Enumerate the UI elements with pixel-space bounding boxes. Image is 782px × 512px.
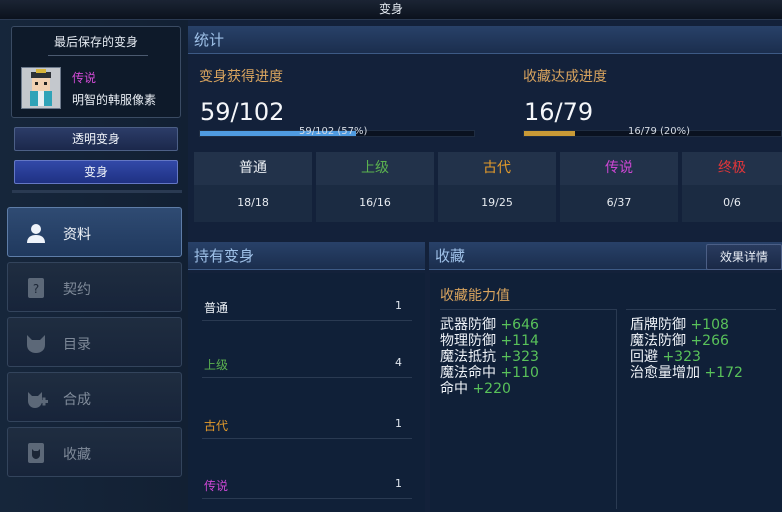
ability-stat: 魔法命中 +110 (440, 365, 539, 381)
owned-grade: 普通 (204, 301, 229, 315)
ability-stat: 回避 +323 (630, 349, 701, 365)
portrait-icon (21, 67, 61, 109)
saved-transformation-box: 最后保存的变身 传说 明智的韩服像素 (11, 26, 181, 118)
effect-detail-button[interactable]: 效果详情 (706, 244, 782, 270)
nav-label-collection: 收藏 (63, 447, 91, 463)
grade-name: 终极 (682, 152, 782, 185)
owned-count: 4 (395, 356, 402, 369)
ability-stat: 武器防御 +646 (440, 317, 539, 333)
ability-title: 收藏能力值 (440, 288, 510, 304)
owned-row-legend[interactable]: 传说 1 (202, 471, 412, 499)
ability-divider-right (626, 309, 776, 310)
ability-stat: 命中 +220 (440, 381, 511, 397)
nav-label-catalog: 目录 (63, 337, 91, 353)
ability-stat: 魔法防御 +266 (630, 333, 729, 349)
grade-count: 0/6 (723, 196, 741, 209)
ability-column-right: 盾牌防御 +108 魔法防御 +266 回避 +323 治愈量增加 +172 (630, 317, 743, 381)
nav-item-synthesis[interactable]: 合成 (7, 372, 182, 422)
profile-icon (24, 221, 48, 245)
owned-header: 持有变身 (188, 242, 425, 270)
main-panel: 统计 变身获得进度 59/102 59/102 (57%) 收藏达成进度 16/… (188, 20, 782, 512)
transform-button[interactable]: 变身 (14, 160, 178, 184)
ability-column-left: 武器防御 +646 物理防御 +114 魔法抵抗 +323 魔法命中 +110 … (440, 317, 539, 397)
window-title: 变身 (0, 0, 782, 20)
acquire-progress-label: 变身获得进度 (199, 69, 283, 85)
svg-text:?: ? (33, 282, 39, 296)
acquire-progress-value: 59/102 (200, 98, 285, 126)
grade-cell-ultimate: 终极 0/6 (682, 152, 782, 222)
owned-list: 普通 1 上级 4 古代 1 传说 1 (188, 273, 425, 512)
owned-grade: 传说 (204, 479, 229, 493)
nav-item-catalog[interactable]: 目录 (7, 317, 182, 367)
ability-stat: 物理防御 +114 (440, 333, 539, 349)
collection-body: 收藏能力值 武器防御 +646 物理防御 +114 魔法抵抗 +323 魔法命中… (430, 273, 782, 512)
saved-grade: 传说 (72, 71, 97, 85)
ability-stat: 盾牌防御 +108 (630, 317, 729, 333)
ability-stat: 魔法抵抗 +323 (440, 349, 539, 365)
left-panel: 最后保存的变身 传说 明智的韩服像素 透明变身 变身 资料 ? 契约 目录 合成… (0, 20, 188, 512)
grade-name: 上级 (316, 152, 434, 185)
nav-item-profile[interactable]: 资料 (7, 207, 182, 257)
acquire-progress-text: 59/102 (57%) (299, 126, 368, 137)
grade-cell-ancient: 古代 19/25 (438, 152, 556, 222)
nav-label-contract: 契约 (63, 282, 91, 298)
grade-count: 6/37 (606, 196, 632, 209)
ability-column-divider (616, 309, 617, 509)
grade-count: 19/25 (481, 196, 513, 209)
nav-item-collection[interactable]: 收藏 (7, 427, 182, 477)
stats-header: 统计 (188, 26, 782, 54)
catalog-icon (24, 331, 48, 355)
collect-progress-label: 收藏达成进度 (523, 69, 607, 85)
ability-divider-left (440, 309, 616, 310)
saved-title: 最后保存的变身 (53, 35, 138, 49)
grade-name: 普通 (194, 152, 312, 185)
transparent-transform-button[interactable]: 透明变身 (14, 127, 178, 151)
owned-row-ancient[interactable]: 古代 1 (202, 411, 412, 439)
nav-label-synthesis: 合成 (63, 392, 91, 408)
collection-icon (24, 441, 48, 465)
grade-count: 18/18 (237, 196, 269, 209)
synthesis-icon (24, 386, 48, 410)
owned-row-common[interactable]: 普通 1 (202, 293, 412, 321)
owned-grade: 上级 (204, 358, 229, 372)
owned-grade: 古代 (204, 419, 229, 433)
sidebar-divider (12, 190, 182, 193)
owned-count: 1 (395, 299, 402, 312)
collect-progress-fill (524, 131, 576, 136)
nav-label-profile: 资料 (63, 227, 91, 243)
ability-stat: 治愈量增加 +172 (630, 365, 743, 381)
owned-count: 1 (395, 477, 402, 490)
saved-divider (48, 55, 148, 56)
owned-count: 1 (395, 417, 402, 430)
grade-count: 16/16 (359, 196, 391, 209)
grade-name: 传说 (560, 152, 678, 185)
grade-cell-superior: 上级 16/16 (316, 152, 434, 222)
nav-item-contract[interactable]: ? 契约 (7, 262, 182, 312)
collect-progress-value: 16/79 (524, 98, 594, 126)
saved-name: 明智的韩服像素 (72, 93, 157, 107)
collect-progress-text: 16/79 (20%) (628, 126, 691, 137)
contract-icon: ? (24, 276, 48, 300)
grade-name: 古代 (438, 152, 556, 185)
owned-row-superior[interactable]: 上级 4 (202, 350, 412, 378)
grade-cell-common: 普通 18/18 (194, 152, 312, 222)
grade-cell-legend: 传说 6/37 (560, 152, 678, 222)
